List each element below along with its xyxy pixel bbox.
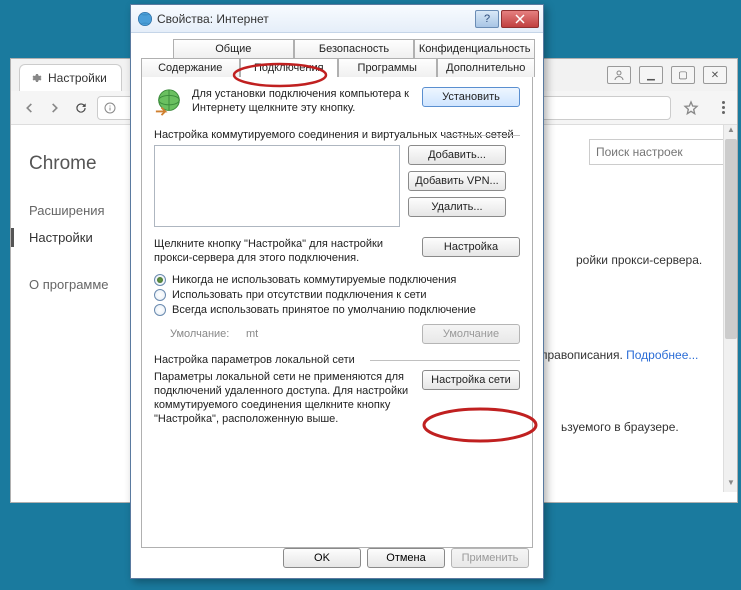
globe-install-icon xyxy=(154,87,184,117)
chrome-tab-settings[interactable]: Настройки xyxy=(19,64,122,91)
tab-general[interactable]: Общие xyxy=(173,39,294,58)
info-icon xyxy=(104,102,116,114)
radio-icon xyxy=(154,274,166,286)
dial-section-label: Настройка коммутируемого соединения и ви… xyxy=(154,129,520,141)
proxy-text: Щелкните кнопку "Настройка" для настройк… xyxy=(154,237,414,266)
add-button[interactable]: Добавить... xyxy=(408,145,506,165)
set-default-button: Умолчание xyxy=(422,324,520,344)
default-label: Умолчание: xyxy=(170,328,238,340)
tab-privacy[interactable]: Конфиденциальность xyxy=(414,39,535,58)
lan-text: Параметры локальной сети не применяются … xyxy=(154,370,414,427)
learn-more-link[interactable]: Подробнее... xyxy=(626,348,698,362)
forward-button[interactable] xyxy=(45,98,65,118)
cancel-button[interactable]: Отмена xyxy=(367,548,445,568)
sidebar-item-extensions[interactable]: Расширения xyxy=(29,197,141,224)
dialog-title: Свойства: Интернет xyxy=(157,12,475,26)
dialog-close-button[interactable] xyxy=(501,10,539,28)
maximize-button[interactable]: ▢ xyxy=(671,66,695,84)
search-input[interactable] xyxy=(589,139,729,165)
chrome-window-controls: ▁ ▢ ✕ xyxy=(607,66,727,84)
lan-section-label: Настройка параметров локальной сети xyxy=(154,354,520,366)
settings-sidebar: Chrome Расширения Настройки О программе xyxy=(11,125,141,492)
install-text: Для установки подключения компьютера к И… xyxy=(192,87,414,116)
default-value: mt xyxy=(246,328,346,340)
minimize-button[interactable]: ▁ xyxy=(639,66,663,84)
chrome-tab-label: Настройки xyxy=(48,71,107,85)
radio-never[interactable]: Никогда не использовать коммутируемые по… xyxy=(154,274,520,286)
lan-settings-button[interactable]: Настройка сети xyxy=(422,370,520,390)
radio-icon xyxy=(154,289,166,301)
tab-connections[interactable]: Подключения xyxy=(240,58,339,77)
tab-security[interactable]: Безопасность xyxy=(294,39,415,58)
scroll-up-arrow[interactable]: ▲ xyxy=(724,125,737,139)
radio-always[interactable]: Всегда использовать принятое по умолчани… xyxy=(154,304,520,316)
dialog-footer: OK Отмена Применить xyxy=(283,548,529,568)
body-text-browser: ьзуемого в браузере. xyxy=(561,420,679,434)
reload-button[interactable] xyxy=(71,98,91,118)
delete-button[interactable]: Удалить... xyxy=(408,197,506,217)
scrollbar[interactable]: ▲ ▼ xyxy=(723,125,737,492)
back-button[interactable] xyxy=(19,98,39,118)
gear-icon xyxy=(30,72,42,84)
tab-content[interactable]: Содержание xyxy=(141,58,240,77)
add-vpn-button[interactable]: Добавить VPN... xyxy=(408,171,506,191)
settings-button[interactable]: Настройка xyxy=(422,237,520,257)
ok-button[interactable]: OK xyxy=(283,548,361,568)
close-button[interactable]: ✕ xyxy=(703,66,727,84)
scroll-down-arrow[interactable]: ▼ xyxy=(724,478,737,492)
tab-programs[interactable]: Программы xyxy=(338,58,437,77)
apply-button: Применить xyxy=(451,548,529,568)
sidebar-title: Chrome xyxy=(29,153,141,175)
scroll-thumb[interactable] xyxy=(725,139,737,339)
radio-icon xyxy=(154,304,166,316)
tab-content-connections: Для установки подключения компьютера к И… xyxy=(141,76,533,548)
sidebar-item-settings[interactable]: Настройки xyxy=(29,224,141,251)
bookmark-star-icon[interactable] xyxy=(683,100,699,116)
chrome-menu-button[interactable] xyxy=(717,100,729,116)
dial-connections-list[interactable] xyxy=(154,145,400,227)
body-text-proxy: ройки прокси-сервера. xyxy=(576,253,702,267)
dialog-titlebar[interactable]: Свойства: Интернет ? xyxy=(131,5,543,33)
body-text-spell: правописания. Подробнее... xyxy=(541,348,698,362)
tab-advanced[interactable]: Дополнительно xyxy=(437,58,536,77)
globe-icon xyxy=(137,11,153,27)
radio-when-offline[interactable]: Использовать при отсутствии подключения … xyxy=(154,289,520,301)
install-button[interactable]: Установить xyxy=(422,87,520,107)
user-icon[interactable] xyxy=(607,66,631,84)
internet-properties-dialog: Свойства: Интернет ? Общие Безопасность … xyxy=(130,4,544,579)
help-button[interactable]: ? xyxy=(475,10,499,28)
dialog-tabs: Общие Безопасность Конфиденциальность xyxy=(173,39,535,58)
sidebar-item-about[interactable]: О программе xyxy=(29,271,141,298)
